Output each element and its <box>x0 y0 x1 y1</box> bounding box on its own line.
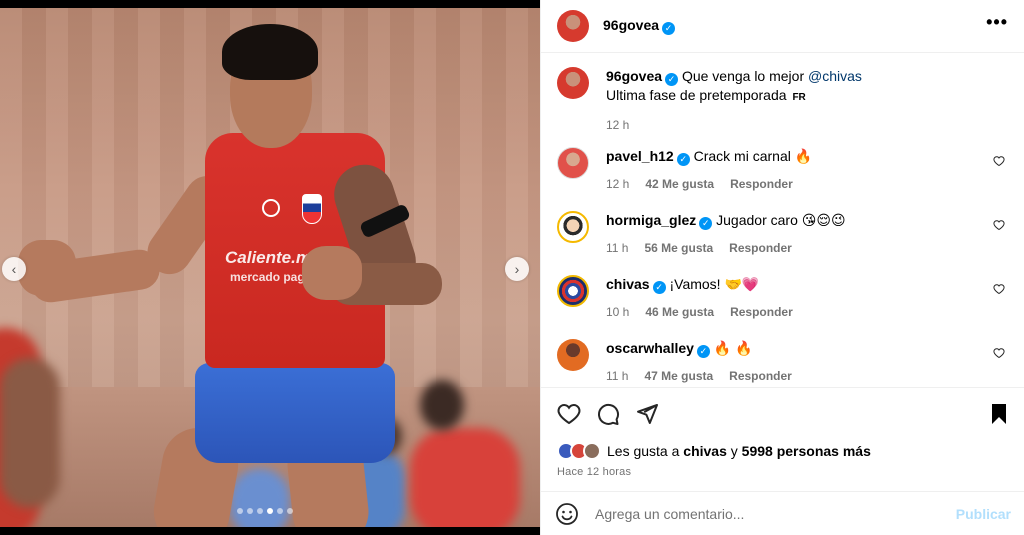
verified-badge-icon: ✓ <box>696 345 710 358</box>
comment-bubble-icon[interactable] <box>596 402 620 426</box>
comments-list: 96govea ✓ Que venga lo mejor @chivas Ulti… <box>541 53 1024 387</box>
post-photo[interactable]: Caliente.mx mercado pago <box>0 8 540 527</box>
bookmark-icon[interactable] <box>987 402 1011 426</box>
comment-username[interactable]: oscarwhalley <box>606 340 694 356</box>
shirt-sponsor-secondary: mercado pago <box>230 270 313 284</box>
caption-time[interactable]: 12 h <box>606 116 629 135</box>
carousel-dot <box>237 508 243 514</box>
post-time-ago[interactable]: Hace 12 horas <box>557 466 631 478</box>
comment-text: Jugador caro <box>716 212 798 228</box>
carousel-prev-button[interactable]: ‹ <box>2 257 26 281</box>
comment-like-heart-icon[interactable] <box>993 219 1005 231</box>
comment-text: ¡Vamos! <box>669 276 721 292</box>
comment-like-heart-icon[interactable] <box>993 155 1005 167</box>
comment-item: hormiga_glez ✓ Jugador caro 😘😌😉 11 h 56 M… <box>557 211 1007 258</box>
comment-time[interactable]: 11 h <box>606 239 628 258</box>
comment-item: chivas ✓ ¡Vamos! 🤝💗 10 h 46 Me gusta Resp… <box>557 275 1007 322</box>
add-comment-bar: Publicar <box>541 491 1024 535</box>
comment-time[interactable]: 11 h <box>606 367 628 386</box>
emoji-smile-icon[interactable] <box>555 502 579 526</box>
flag-fr: FR <box>792 92 806 103</box>
comment-username[interactable]: pavel_h12 <box>606 148 674 164</box>
comment-input[interactable] <box>595 505 956 522</box>
comment-username[interactable]: hormiga_glez <box>606 212 696 228</box>
chevron-right-icon: › <box>514 261 520 277</box>
comment-emoji: 🔥 <box>794 148 813 164</box>
caption-line2: Ultima fase de pretemporada <box>606 87 787 103</box>
comment-likes-count[interactable]: 46 Me gusta <box>645 303 714 322</box>
comment-reply-button[interactable]: Responder <box>730 175 793 194</box>
comment-avatar[interactable] <box>557 275 589 307</box>
caption-text: Que venga lo mejor <box>681 68 805 84</box>
carousel-next-button[interactable]: › <box>505 257 529 281</box>
comment-item: pavel_h12 ✓ Crack mi carnal 🔥 12 h 42 Me … <box>557 147 1007 194</box>
comment-like-heart-icon[interactable] <box>993 347 1005 359</box>
carousel-dot <box>277 508 283 514</box>
comment-reply-button[interactable]: Responder <box>729 367 792 386</box>
likes-summary: Les gusta a chivas y 5998 personas más <box>557 442 871 460</box>
comment-time[interactable]: 12 h <box>606 175 629 194</box>
author-username[interactable]: 96govea ✓ <box>603 17 676 35</box>
comment-reply-button[interactable]: Responder <box>729 239 792 258</box>
post-caption: 96govea ✓ Que venga lo mejor @chivas Ulti… <box>557 67 1007 135</box>
author-avatar[interactable] <box>557 10 589 42</box>
comment-emoji: 😘😌😉 <box>801 212 846 228</box>
caption-mention-link[interactable]: @chivas <box>808 68 862 84</box>
post-header: 96govea ✓ ••• <box>541 0 1024 53</box>
paper-plane-icon[interactable] <box>635 402 659 426</box>
publish-button[interactable]: Publicar <box>956 506 1011 522</box>
carousel-dots <box>237 508 293 514</box>
comment-emoji: 🤝💗 <box>724 276 760 292</box>
comment-text: Crack mi carnal <box>693 148 791 164</box>
carousel-dot <box>247 508 253 514</box>
likers-avatars[interactable] <box>557 442 601 460</box>
post-side-panel: 96govea ✓ ••• 96govea ✓ Que venga lo mejor… <box>540 0 1024 535</box>
verified-badge-icon: ✓ <box>652 281 666 294</box>
comment-username[interactable]: chivas <box>606 276 650 292</box>
comment-reply-button[interactable]: Responder <box>730 303 793 322</box>
carousel-dot <box>257 508 263 514</box>
comment-likes-count[interactable]: 56 Me gusta <box>644 239 713 258</box>
likes-others-link[interactable]: 5998 personas más <box>742 443 871 459</box>
verified-badge-icon: ✓ <box>676 153 690 166</box>
verified-badge-icon: ✓ <box>699 217 713 230</box>
comment-emoji: 🔥 🔥 <box>713 340 753 356</box>
comment-avatar[interactable] <box>557 339 589 371</box>
comment-item: oscarwhalley ✓ 🔥 🔥 11 h 47 Me gusta Respo… <box>557 339 1007 386</box>
likes-conj: y <box>730 443 738 459</box>
comment-likes-count[interactable]: 47 Me gusta <box>644 367 713 386</box>
carousel-dot <box>287 508 293 514</box>
post-actions: Les gusta a chivas y 5998 personas más H… <box>541 387 1024 491</box>
post-media: Caliente.mx mercado pago ‹ › <box>0 0 540 535</box>
verified-badge-icon: ✓ <box>665 73 679 86</box>
comment-likes-count[interactable]: 42 Me gusta <box>645 175 714 194</box>
caption-author-avatar[interactable] <box>557 67 589 99</box>
carousel-dot <box>267 508 273 514</box>
caption-author-username[interactable]: 96govea <box>606 68 662 84</box>
heart-icon[interactable] <box>557 402 581 426</box>
comment-like-heart-icon[interactable] <box>993 283 1005 295</box>
likes-prefix: Les gusta a <box>607 443 680 459</box>
likes-user-link[interactable]: chivas <box>683 443 727 459</box>
verified-badge-icon: ✓ <box>662 22 676 35</box>
comment-avatar[interactable] <box>557 211 589 243</box>
more-options-icon[interactable]: ••• <box>986 12 1008 33</box>
comment-time[interactable]: 10 h <box>606 303 629 322</box>
instagram-post-view: Caliente.mx mercado pago ‹ › 96govea ✓ ••… <box>0 0 1024 535</box>
comment-avatar[interactable] <box>557 147 589 179</box>
chevron-left-icon: ‹ <box>11 261 17 277</box>
